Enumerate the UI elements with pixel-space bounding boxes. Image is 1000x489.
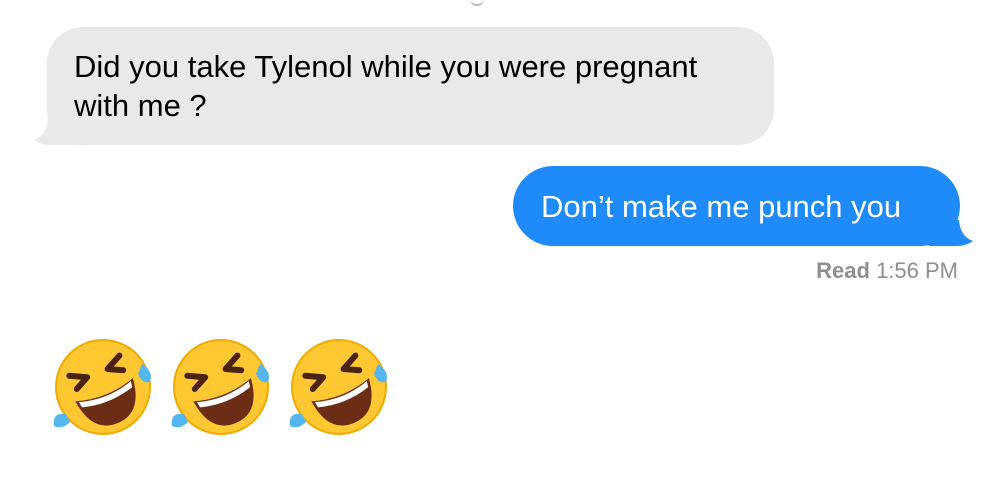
rolling-on-floor-laughing-icon (171, 339, 269, 435)
message-thread: Did you take Tylenol while you were preg… (0, 0, 1000, 489)
outgoing-bubble-tail (929, 220, 973, 246)
read-receipt-label: Read (816, 258, 870, 283)
incoming-message-bubble[interactable]: Did you take Tylenol while you were preg… (34, 27, 774, 145)
read-receipt: Read 1:56 PM (816, 258, 958, 284)
rolling-on-floor-laughing-icon (53, 339, 151, 435)
incoming-message-text: Did you take Tylenol while you were preg… (74, 49, 698, 123)
outgoing-message-bubble[interactable]: Don’t make me punch you (513, 166, 973, 246)
outgoing-message-text: Don’t make me punch you (541, 189, 902, 224)
emoji-message[interactable] (50, 334, 410, 440)
rolling-on-floor-laughing-icon (289, 339, 387, 435)
read-receipt-time: 1:56 PM (876, 258, 958, 283)
incoming-bubble-tail (34, 119, 78, 145)
previous-message-fragment (470, 0, 484, 6)
